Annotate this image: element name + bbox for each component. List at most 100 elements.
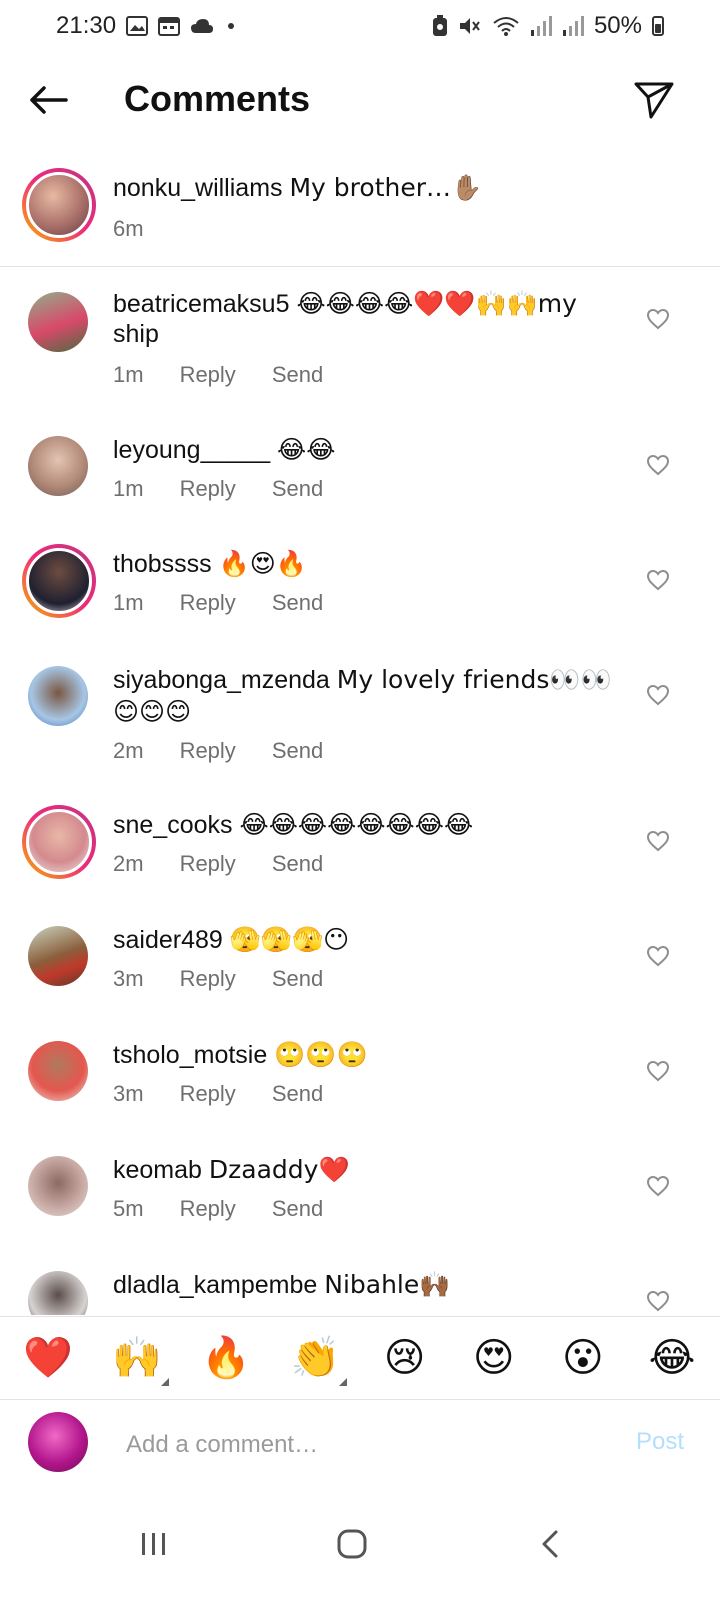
send-button[interactable]: Send	[272, 738, 323, 764]
comment-time: 1m	[113, 362, 144, 387]
avatar[interactable]	[28, 666, 88, 726]
send-button[interactable]: Send	[272, 476, 323, 502]
comment-username[interactable]: leyoung_____	[113, 436, 270, 464]
home-button[interactable]	[330, 1524, 374, 1564]
comment-meta: 2m Reply Send	[113, 851, 323, 877]
avatar[interactable]	[28, 292, 88, 352]
caption-username[interactable]: nonku_williams	[113, 174, 283, 202]
comment-time: 2m	[113, 851, 144, 876]
comment-username[interactable]: tsholo_motsie	[113, 1041, 267, 1069]
comment-input[interactable]	[124, 1426, 588, 1464]
emoji-fire-button[interactable]: 🔥	[200, 1338, 252, 1378]
comment-username[interactable]: sne_cooks	[113, 811, 233, 839]
like-heart-icon[interactable]	[646, 830, 670, 852]
comment-text: 🔥😍🔥	[218, 549, 307, 578]
like-heart-icon[interactable]	[646, 1175, 670, 1197]
emoji-laughing-button[interactable]: 😂	[646, 1338, 698, 1378]
post-button[interactable]: Post	[636, 1428, 684, 1456]
like-heart-icon[interactable]	[646, 1060, 670, 1082]
send-button[interactable]: Send	[272, 590, 323, 616]
reply-button[interactable]: Reply	[180, 851, 236, 877]
like-heart-icon[interactable]	[646, 454, 670, 476]
comment-text-line: beatricemaksu5 😂😂😂😂❤️❤️🙌🙌my	[113, 288, 577, 320]
reply-button[interactable]: Reply	[180, 966, 236, 992]
like-heart-icon[interactable]	[646, 684, 670, 706]
like-heart-icon[interactable]	[646, 569, 670, 591]
reply-button[interactable]: Reply	[180, 476, 236, 502]
comment-time: 1m	[113, 476, 144, 501]
avatar[interactable]	[22, 168, 96, 242]
reply-button[interactable]: Reply	[180, 1081, 236, 1107]
avatar[interactable]	[22, 544, 96, 618]
send-button[interactable]: Send	[272, 1196, 323, 1222]
comment-meta: 3m Reply Send	[113, 966, 323, 992]
send-button[interactable]: Send	[272, 851, 323, 877]
send-button[interactable]: Send	[272, 1081, 323, 1107]
avatar[interactable]	[28, 1271, 88, 1315]
comment-username[interactable]: saider489	[113, 926, 223, 954]
mute-icon	[458, 15, 482, 37]
comment-time: 5m	[113, 1196, 144, 1221]
comment-text: 😂😂😂😂😂😂😂😂	[239, 810, 474, 839]
recent-apps-button[interactable]	[132, 1524, 176, 1564]
notification-dot-icon	[228, 23, 235, 29]
skin-tone-corner-icon	[339, 1378, 348, 1386]
reply-button[interactable]: Reply	[180, 738, 236, 764]
comment-text-line: keomab Dzaaddy❤️	[113, 1154, 350, 1186]
send-button[interactable]: Send	[272, 966, 323, 992]
avatar[interactable]	[28, 1041, 88, 1101]
caption-text-line: nonku_williams My brother…✋🏽	[113, 172, 482, 204]
emoji-crying-button[interactable]: 😢	[379, 1338, 431, 1378]
gallery-icon	[126, 16, 149, 36]
comment-text-line: dladla_kampembe Nibahle🙌🏾	[113, 1269, 450, 1301]
comment-text: Dzaaddy❤️	[208, 1155, 350, 1184]
like-heart-icon[interactable]	[646, 308, 670, 330]
reply-button[interactable]: Reply	[180, 362, 236, 388]
emoji-heart-eyes-button[interactable]: 😍	[468, 1338, 520, 1378]
comment-username[interactable]: siyabonga_mzenda	[113, 666, 330, 694]
avatar[interactable]	[28, 1156, 88, 1216]
like-heart-icon[interactable]	[646, 1290, 670, 1312]
back-button[interactable]	[24, 76, 72, 124]
recent-apps-icon	[142, 1533, 165, 1555]
comment-username[interactable]: dladla_kampembe	[113, 1271, 317, 1299]
list-item: sne_cooks 😂😂😂😂😂😂😂😂 2m Reply Send	[0, 797, 720, 911]
caption-meta: 6m	[113, 216, 144, 242]
battery-icon	[652, 16, 664, 36]
emoji-clap-button[interactable]: 👏	[289, 1338, 348, 1386]
system-back-button[interactable]	[528, 1524, 572, 1564]
back-arrow-icon	[30, 86, 68, 114]
system-nav-bar	[0, 1490, 720, 1600]
paper-plane-icon	[634, 82, 674, 119]
comment-text: 😂😂😂😂❤️❤️🙌🙌my	[296, 289, 577, 318]
quick-reaction-bar: ❤️ 🙌 🔥 👏 😢 😍 😮 😂	[0, 1316, 720, 1400]
avatar[interactable]	[22, 805, 96, 879]
emoji-surprised-button[interactable]: 😮	[557, 1338, 609, 1378]
avatar[interactable]	[28, 926, 88, 986]
reply-button[interactable]: Reply	[180, 590, 236, 616]
avatar-image	[26, 172, 92, 238]
send-button[interactable]: Send	[272, 362, 323, 388]
avatar[interactable]	[28, 436, 88, 496]
comment-text-line: leyoung_____ 😂😂	[113, 434, 335, 466]
emoji-raised-hands-button[interactable]: 🙌	[111, 1338, 170, 1386]
comment-username[interactable]: beatricemaksu5	[113, 290, 289, 318]
avatar-image	[26, 548, 92, 614]
list-item: saider489 🫣🫣🫣😶 3m Reply Send	[0, 912, 720, 1026]
comment-meta: 1m Reply Send	[113, 362, 323, 388]
emoji-heart-button[interactable]: ❤️	[22, 1338, 74, 1378]
reply-button[interactable]: Reply	[180, 1196, 236, 1222]
caption-time: 6m	[113, 216, 144, 241]
status-time: 21:30	[56, 12, 117, 39]
share-button[interactable]	[632, 78, 676, 122]
comment-username[interactable]: keomab	[113, 1156, 202, 1184]
comment-meta: 1m Reply Send	[113, 590, 323, 616]
comment-time: 3m	[113, 1081, 144, 1106]
comment-text: 🙄🙄🙄	[274, 1040, 368, 1069]
comment-text-line: tsholo_motsie 🙄🙄🙄	[113, 1039, 368, 1071]
comment-time: 1m	[113, 590, 144, 615]
comment-time: 3m	[113, 966, 144, 991]
list-item: siyabonga_mzenda My lovely friends👀👀 😊😊😊…	[0, 652, 720, 792]
comment-username[interactable]: thobssss	[113, 550, 212, 578]
like-heart-icon[interactable]	[646, 945, 670, 967]
